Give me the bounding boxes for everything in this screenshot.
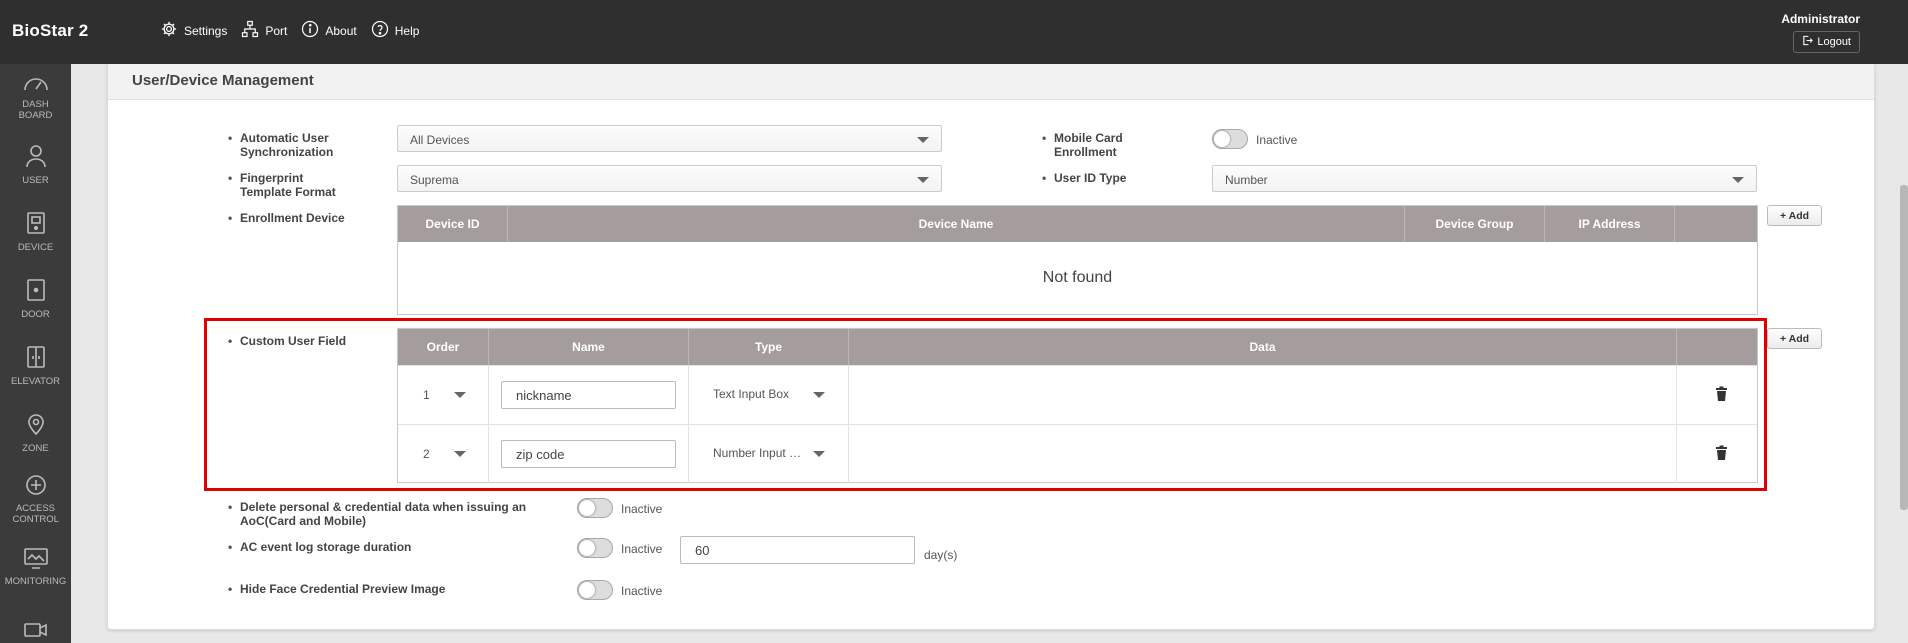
sidebar-item-monitoring[interactable]: MONITORING — [0, 533, 71, 600]
column-header — [1675, 206, 1757, 242]
sidebar: DASH BOARD USER DEVICE DOOR ELEVATOR ZON… — [0, 64, 71, 643]
ac-event-log-state: Inactive — [621, 542, 663, 556]
column-header[interactable]: Device Name — [508, 206, 1405, 242]
access-control-icon — [25, 474, 47, 503]
chevron-down-icon — [917, 177, 929, 183]
chevron-down-icon — [1732, 177, 1744, 183]
sidebar-item-label: ELEVATOR — [10, 375, 61, 387]
nav-port-label: Port — [265, 23, 288, 38]
fingerprint-label: Fingerprint Template Format — [228, 171, 336, 199]
delete-personal-label-line2: AoC(Card and Mobile) — [240, 514, 366, 528]
ac-event-log-label: AC event log storage duration — [228, 540, 411, 554]
user-icon — [25, 144, 47, 175]
sidebar-item-door[interactable]: DOOR — [0, 265, 71, 332]
nav-about-label: About — [325, 23, 357, 38]
current-user-name: Administrator — [1781, 12, 1860, 26]
user-id-type-value: Number — [1225, 173, 1268, 187]
gear-icon — [160, 20, 184, 41]
mobile-card-state: Inactive — [1256, 133, 1298, 147]
help-icon — [371, 20, 395, 41]
auto-sync-label-line1: Automatic User — [240, 131, 329, 145]
user-id-type-label: User ID Type — [1042, 171, 1127, 185]
logout-button[interactable]: Logout — [1793, 31, 1860, 53]
sidebar-item-dashboard[interactable]: DASH BOARD — [0, 64, 71, 131]
nav-settings-label: Settings — [184, 23, 228, 38]
panel-title: User/Device Management — [132, 72, 314, 89]
hide-face-preview-state: Inactive — [621, 584, 663, 598]
toggle-knob — [1214, 131, 1230, 147]
toggle-knob — [579, 500, 595, 516]
logout-label: Logout — [1817, 36, 1851, 48]
ac-event-log-duration-input[interactable]: 60 — [680, 536, 915, 564]
sidebar-item-zone[interactable]: ZONE — [0, 399, 71, 466]
mobile-card-label-line1: Mobile Card — [1054, 131, 1123, 145]
network-icon — [241, 20, 265, 41]
delete-personal-data-state: Inactive — [621, 502, 663, 516]
sidebar-item-label: MONITORING — [4, 575, 67, 587]
sidebar-item-label: DEVICE — [17, 241, 54, 253]
nav-settings[interactable]: Settings — [160, 20, 227, 41]
toggle-knob — [579, 540, 595, 556]
app-brand: BioStar 2 — [12, 21, 89, 40]
fingerprint-format-value: Suprema — [410, 173, 459, 187]
user-id-type-select[interactable]: Number — [1212, 165, 1757, 192]
gauge-icon — [23, 74, 49, 99]
delete-personal-label-line1: Delete personal & credential data when i… — [240, 500, 527, 514]
hide-face-preview-label: Hide Face Credential Preview Image — [228, 582, 445, 596]
ac-event-log-unit: day(s) — [924, 548, 958, 562]
nav-help-label: Help — [394, 23, 420, 38]
table-header: Device ID Device Name Device Group IP Ad… — [398, 206, 1757, 242]
chevron-down-icon — [917, 137, 929, 143]
add-custom-field-button[interactable]: + Add — [1767, 328, 1822, 349]
logout-icon — [1802, 35, 1817, 49]
sidebar-item-elevator[interactable]: ELEVATOR — [0, 332, 71, 399]
toggle-knob — [579, 582, 595, 598]
auto-sync-value: All Devices — [410, 133, 470, 147]
hide-face-preview-toggle[interactable] — [577, 580, 613, 600]
info-icon — [301, 20, 325, 41]
enrollment-device-table: Device ID Device Name Device Group IP Ad… — [397, 205, 1758, 315]
page-scrollbar-thumb[interactable] — [1900, 185, 1908, 510]
column-header[interactable]: IP Address — [1545, 206, 1675, 242]
sidebar-item-label: ZONE — [22, 442, 49, 454]
mobile-card-label: Mobile Card Enrollment — [1042, 131, 1123, 159]
delete-personal-data-toggle[interactable] — [577, 498, 613, 518]
ac-event-log-toggle[interactable] — [577, 538, 613, 558]
empty-message: Not found — [1042, 269, 1113, 286]
fingerprint-format-select[interactable]: Suprema — [397, 165, 942, 192]
column-header[interactable]: Device Group — [1405, 206, 1545, 242]
device-icon — [26, 211, 46, 242]
auto-sync-label: Automatic User Synchronization — [228, 131, 334, 159]
add-enrollment-device-button[interactable]: + Add — [1767, 205, 1822, 226]
enrollment-device-label: Enrollment Device — [228, 211, 345, 225]
sidebar-item-label: DASH BOARD — [18, 99, 53, 121]
fingerprint-label-line2: Template Format — [240, 185, 336, 199]
nav-help[interactable]: Help — [371, 20, 420, 41]
elevator-icon — [26, 345, 46, 376]
panel-header: User/Device Management — [108, 64, 1874, 100]
sidebar-item-video[interactable] — [0, 600, 71, 643]
mobile-card-toggle[interactable] — [1212, 129, 1248, 149]
top-bar: BioStar 2 Settings Port About Help Admin… — [0, 0, 1908, 64]
mobile-card-label-line2: Enrollment — [1054, 145, 1117, 159]
door-icon — [26, 278, 46, 309]
delete-personal-data-label: Delete personal & credential data when i… — [228, 500, 527, 528]
video-icon — [23, 620, 49, 643]
top-nav: Settings Port About Help — [160, 20, 433, 41]
location-pin-icon — [26, 412, 46, 443]
nav-port[interactable]: Port — [241, 20, 287, 41]
sidebar-item-user[interactable]: USER — [0, 131, 71, 198]
fingerprint-label-line1: Fingerprint — [240, 171, 304, 185]
auto-sync-label-line2: Synchronization — [240, 145, 334, 159]
highlight-box — [204, 318, 1767, 491]
monitor-icon — [23, 547, 49, 576]
sidebar-item-label: ACCESS CONTROL — [12, 503, 59, 525]
sidebar-item-label: DOOR — [21, 308, 50, 320]
sidebar-item-label: USER — [22, 174, 49, 186]
sidebar-item-access-control[interactable]: ACCESS CONTROL — [0, 466, 71, 533]
nav-about[interactable]: About — [301, 20, 357, 41]
sidebar-item-device[interactable]: DEVICE — [0, 198, 71, 265]
column-header[interactable]: Device ID — [398, 206, 508, 242]
auto-sync-select[interactable]: All Devices — [397, 125, 942, 152]
